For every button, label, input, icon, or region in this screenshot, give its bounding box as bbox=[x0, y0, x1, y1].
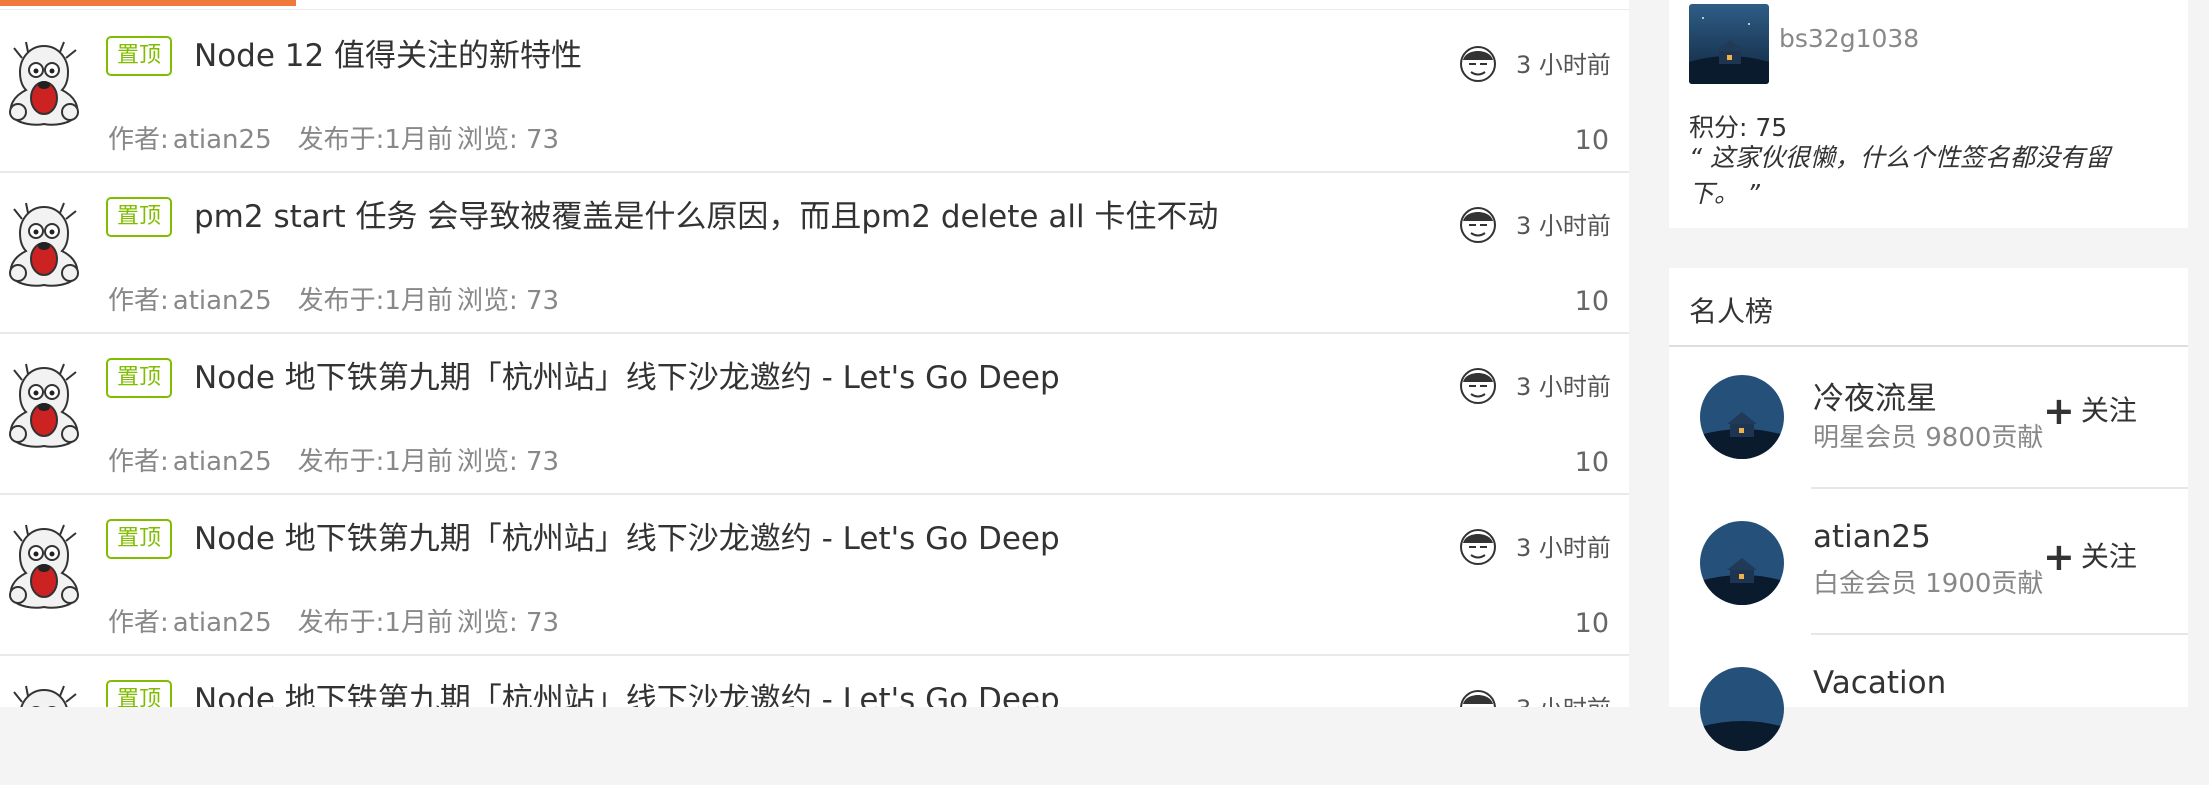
fame-list-item: atian25 白金会员 1900贡献 + 关注 bbox=[1669, 493, 2188, 639]
user-signature: “ 这家伙很懒，什么个性签名都没有留下。 ” bbox=[1689, 143, 2110, 208]
topic-row[interactable]: 置顶 Node 地下铁第九期「杭州站」线下沙龙邀约 - Let's Go Dee… bbox=[0, 654, 1629, 707]
topic-title-link[interactable]: Node 12 值得关注的新特性 bbox=[194, 34, 582, 78]
author-avatar-icon[interactable] bbox=[4, 40, 84, 126]
view-count: 浏览: 73 bbox=[456, 608, 560, 638]
topic-row[interactable]: 置顶 Node 12 值得关注的新特性 作者: atian25 发布于:1月前 浏览:… bbox=[0, 10, 1629, 173]
pin-badge: 置顶 bbox=[106, 197, 172, 237]
fame-list-item: 冷夜流星 明星会员 9800贡献 + 关注 bbox=[1669, 347, 2188, 493]
reply-count: 10 bbox=[1574, 286, 1609, 317]
last-reply-avatar-icon[interactable] bbox=[1458, 527, 1498, 567]
last-reply-time: 3 小时前 bbox=[1516, 694, 1611, 707]
member-avatar[interactable] bbox=[1700, 667, 1784, 751]
follow-button[interactable]: + 关注 bbox=[2043, 535, 2137, 579]
reply-count: 10 bbox=[1574, 447, 1609, 478]
view-count: 浏览: 73 bbox=[456, 286, 560, 316]
follow-button[interactable]: + 关注 bbox=[2043, 389, 2137, 433]
member-avatar[interactable] bbox=[1700, 521, 1784, 605]
author-label: 作者: bbox=[108, 447, 169, 477]
author-avatar-icon[interactable] bbox=[4, 362, 84, 448]
fame-list-title: 名人榜 bbox=[1689, 295, 1774, 328]
view-count: 浏览: 73 bbox=[456, 125, 560, 155]
last-reply-avatar-icon[interactable] bbox=[1458, 205, 1498, 245]
plus-icon: + bbox=[2043, 535, 2075, 579]
last-reply-time: 3 小时前 bbox=[1516, 212, 1611, 240]
author-link[interactable]: atian25 bbox=[173, 447, 272, 477]
topic-meta: 作者: atian25 发布于:1月前 浏览: 73 bbox=[108, 605, 563, 641]
username-link[interactable]: bs32g1038 bbox=[1779, 24, 1919, 53]
published-time: 发布于:1月前 bbox=[297, 447, 453, 477]
author-avatar-icon[interactable] bbox=[4, 523, 84, 609]
member-name-link[interactable]: Vacation bbox=[1813, 665, 1946, 701]
member-name-link[interactable]: atian25 bbox=[1813, 519, 1931, 555]
topic-meta: 作者: atian25 发布于:1月前 浏览: 73 bbox=[108, 122, 563, 158]
pin-badge: 置顶 bbox=[106, 680, 172, 707]
topic-list: 置顶 Node 12 值得关注的新特性 作者: atian25 发布于:1月前 浏览:… bbox=[0, 0, 1629, 707]
author-link[interactable]: atian25 bbox=[173, 125, 272, 155]
plus-icon: + bbox=[2043, 389, 2075, 433]
divider bbox=[1811, 487, 2188, 489]
topic-title-link[interactable]: pm2 start 任务 会导致被覆盖是什么原因，而且pm2 delete al… bbox=[194, 195, 1218, 239]
author-avatar-icon[interactable] bbox=[4, 201, 84, 287]
pin-badge: 置顶 bbox=[106, 519, 172, 559]
pin-badge: 置顶 bbox=[106, 358, 172, 398]
fame-list-card: 名人榜 冷夜流星 明星会员 9800贡献 + 关注 atian25 白金会员 19… bbox=[1669, 268, 2188, 751]
user-avatar[interactable] bbox=[1689, 4, 1769, 84]
view-count: 浏览: 73 bbox=[456, 447, 560, 477]
author-label: 作者: bbox=[108, 125, 169, 155]
topic-meta: 作者: atian25 发布于:1月前 浏览: 73 bbox=[108, 283, 563, 319]
published-time: 发布于:1月前 bbox=[297, 125, 453, 155]
user-score: 积分: 75 bbox=[1689, 113, 1788, 142]
member-avatar[interactable] bbox=[1700, 375, 1784, 459]
reply-count: 10 bbox=[1574, 608, 1609, 639]
published-time: 发布于:1月前 bbox=[297, 608, 453, 638]
follow-label: 关注 bbox=[2080, 540, 2137, 573]
pin-badge: 置顶 bbox=[106, 36, 172, 76]
topic-title-link[interactable]: Node 地下铁第九期「杭州站」线下沙龙邀约 - Let's Go Deep bbox=[194, 517, 1060, 561]
last-reply-time: 3 小时前 bbox=[1516, 51, 1611, 79]
member-rank: 白金会员 1900贡献 bbox=[1813, 569, 2044, 599]
follow-label: 关注 bbox=[2080, 394, 2137, 427]
reply-count: 10 bbox=[1574, 125, 1609, 156]
last-reply-time: 3 小时前 bbox=[1516, 534, 1611, 562]
fame-list-item: Vacation bbox=[1669, 639, 2188, 785]
topic-title-link[interactable]: Node 地下铁第九期「杭州站」线下沙龙邀约 - Let's Go Deep bbox=[194, 356, 1060, 400]
topic-row[interactable]: 置顶 pm2 start 任务 会导致被覆盖是什么原因，而且pm2 delete… bbox=[0, 171, 1629, 334]
last-reply-avatar-icon[interactable] bbox=[1458, 44, 1498, 84]
active-tab-indicator bbox=[0, 0, 296, 6]
divider bbox=[1811, 633, 2188, 635]
topic-meta: 作者: atian25 发布于:1月前 浏览: 73 bbox=[108, 444, 563, 480]
author-label: 作者: bbox=[108, 608, 169, 638]
topic-row[interactable]: 置顶 Node 地下铁第九期「杭州站」线下沙龙邀约 - Let's Go Dee… bbox=[0, 493, 1629, 656]
author-avatar-icon[interactable] bbox=[4, 684, 84, 707]
last-reply-avatar-icon[interactable] bbox=[1458, 688, 1498, 707]
author-label: 作者: bbox=[108, 286, 169, 316]
topic-title-link[interactable]: Node 地下铁第九期「杭州站」线下沙龙邀约 - Let's Go Deep bbox=[194, 678, 1060, 707]
last-reply-avatar-icon[interactable] bbox=[1458, 366, 1498, 406]
published-time: 发布于:1月前 bbox=[297, 286, 453, 316]
member-rank: 明星会员 9800贡献 bbox=[1813, 423, 2044, 453]
topic-row[interactable]: 置顶 Node 地下铁第九期「杭州站」线下沙龙邀约 - Let's Go Dee… bbox=[0, 332, 1629, 495]
member-name-link[interactable]: 冷夜流星 bbox=[1813, 373, 1937, 418]
user-profile-card: bs32g1038 积分: 75 “ 这家伙很懒，什么个性签名都没有留下。 ” bbox=[1669, 0, 2188, 228]
author-link[interactable]: atian25 bbox=[173, 608, 272, 638]
author-link[interactable]: atian25 bbox=[173, 286, 272, 316]
last-reply-time: 3 小时前 bbox=[1516, 373, 1611, 401]
